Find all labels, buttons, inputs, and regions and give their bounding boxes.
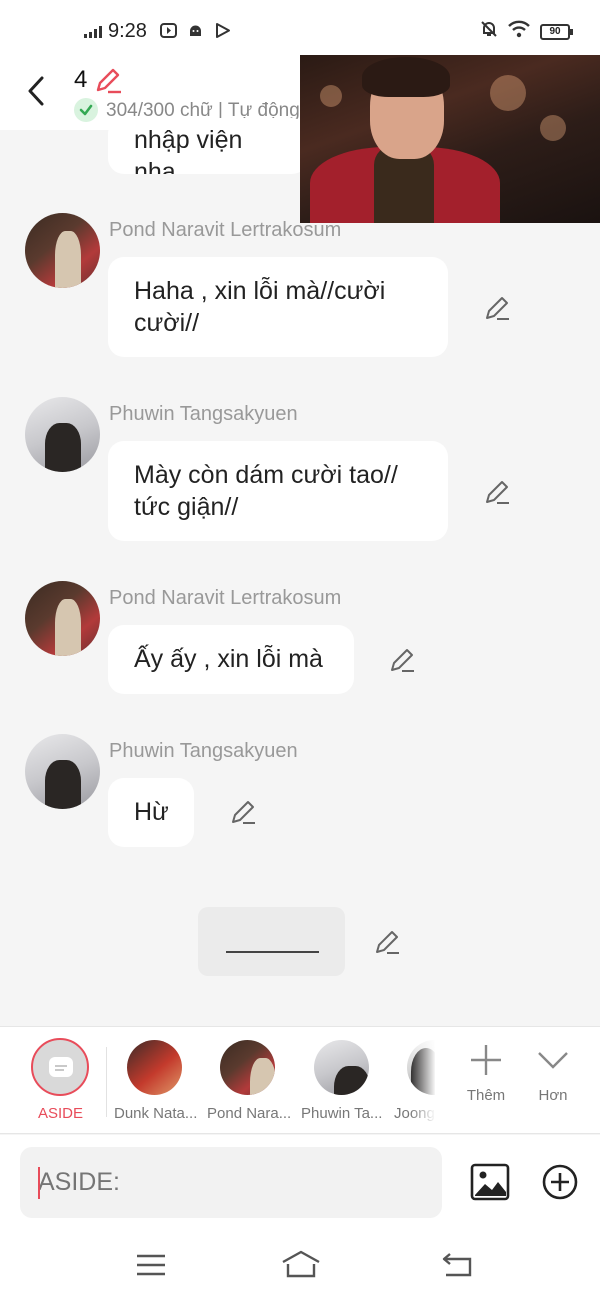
aside-divider-bubble[interactable]: [198, 907, 345, 976]
message-bubble[interactable]: Haha , xin lỗi mà//cười cười//: [108, 257, 448, 357]
status-time: 9:28: [108, 20, 147, 42]
aside-label: ASIDE: [38, 1105, 84, 1122]
chapter-number: 4: [74, 66, 88, 93]
text-caret: [38, 1167, 40, 1199]
edit-icon[interactable]: [483, 478, 511, 506]
app-notification-icon: [160, 22, 177, 39]
avatar-pond[interactable]: [25, 581, 100, 656]
mute-icon: [480, 20, 498, 43]
input-area: [0, 1135, 600, 1230]
sender-name: Pond Naravit Lertrakosum: [109, 219, 342, 241]
system-nav-bar: [0, 1230, 600, 1300]
more-button[interactable]: Hơn: [523, 1037, 583, 1127]
back-nav-icon[interactable]: [440, 1248, 476, 1282]
image-icon[interactable]: [470, 1162, 510, 1202]
signal-icon: [84, 26, 102, 38]
check-icon: [74, 98, 98, 122]
edit-icon[interactable]: [483, 294, 511, 322]
add-circle-icon[interactable]: [540, 1162, 580, 1202]
video-overlay[interactable]: [300, 55, 600, 223]
message-bubble[interactable]: nhập viện nha: [108, 118, 308, 174]
character-avatar-pond[interactable]: [220, 1040, 275, 1095]
play-store-icon: [214, 22, 231, 39]
character-avatar-dunk[interactable]: [127, 1040, 182, 1095]
chat-icon: [49, 1057, 73, 1077]
battery-icon: 90: [540, 23, 573, 40]
message-input[interactable]: [20, 1147, 442, 1218]
divider-line: [226, 951, 319, 953]
character-avatar-phuwin[interactable]: [314, 1040, 369, 1095]
edit-icon[interactable]: [229, 798, 257, 826]
status-bar: 9:28 90: [0, 0, 600, 62]
character-name[interactable]: Phuwin Ta...: [301, 1105, 385, 1122]
message-bubble[interactable]: Ấy ấy , xin lỗi mà: [108, 625, 354, 694]
character-bar: ASIDE Dunk Nata... Pond Nara... Phuwin T…: [0, 1026, 600, 1134]
sender-name: Pond Naravit Lertrakosum: [109, 587, 342, 609]
edit-icon[interactable]: [373, 928, 401, 956]
character-name[interactable]: Pond Nara...: [207, 1105, 291, 1122]
avatar-phuwin[interactable]: [25, 397, 100, 472]
add-label: Thêm: [466, 1087, 506, 1104]
wifi-icon: [508, 20, 530, 43]
message-bubble[interactable]: Hừ: [108, 778, 194, 847]
edit-icon[interactable]: [388, 646, 416, 674]
sender-name: Phuwin Tangsakyuen: [109, 403, 298, 425]
chevron-down-icon: [538, 1052, 568, 1069]
home-icon[interactable]: [281, 1248, 321, 1282]
edit-title-icon[interactable]: [94, 66, 122, 94]
avatar-pond[interactable]: [25, 213, 100, 288]
separator: [106, 1047, 107, 1117]
aside-button[interactable]: [31, 1038, 89, 1096]
sender-name: Phuwin Tangsakyuen: [109, 740, 298, 762]
back-icon[interactable]: [22, 74, 52, 108]
character-name[interactable]: Dunk Nata...: [114, 1105, 198, 1122]
add-character-button[interactable]: Thêm: [456, 1037, 516, 1127]
more-label: Hơn: [538, 1087, 568, 1104]
avatar-phuwin[interactable]: [25, 734, 100, 809]
menu-icon[interactable]: [133, 1248, 169, 1282]
android-icon: [187, 22, 204, 39]
message-bubble[interactable]: Mày còn dám cười tao// tức giận//: [108, 441, 448, 541]
plus-icon: [471, 1045, 501, 1075]
